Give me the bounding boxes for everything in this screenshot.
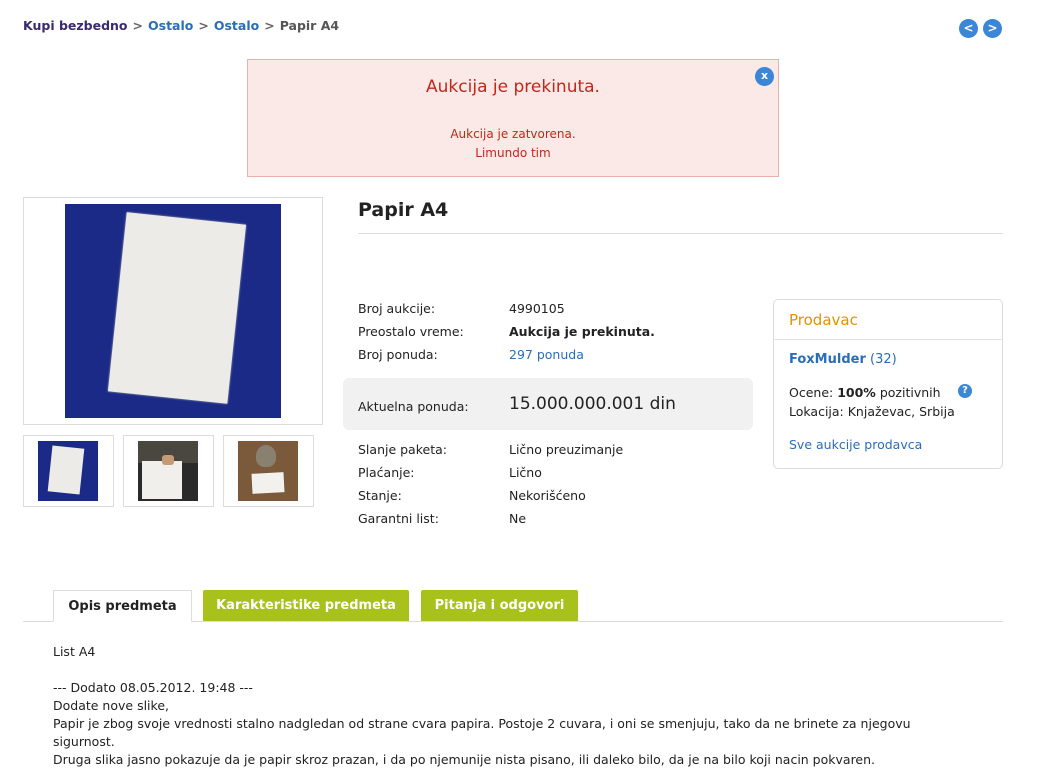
auction-number-value: 4990105 [509, 301, 565, 316]
current-price-box: Aktuelna ponuda: 15.000.000.001 din [343, 378, 753, 430]
thumbnail-image [138, 441, 198, 501]
thumbnail-2[interactable] [123, 435, 214, 507]
payment-label: Plaćanje: [358, 465, 415, 480]
time-remaining-label: Preostalo vreme: [358, 324, 464, 339]
tab-description[interactable]: Opis predmeta [53, 590, 192, 622]
condition-value: Nekorišćeno [509, 488, 586, 503]
tab-characteristics[interactable]: Karakteristike predmeta [203, 590, 409, 621]
breadcrumb-home-link[interactable]: Kupi bezbedno [23, 18, 128, 33]
warranty-label: Garantni list: [358, 511, 439, 526]
description-line: sigurnost. [53, 734, 115, 749]
breadcrumb-current: Papir A4 [279, 18, 340, 33]
ratings-prefix: Ocene: [789, 385, 834, 400]
seller-all-auctions-link[interactable]: Sve aukcije prodavca [789, 437, 922, 452]
tab-questions[interactable]: Pitanja i odgovori [421, 590, 578, 621]
thumbnail-3[interactable] [223, 435, 314, 507]
description-line: --- Dodato 08.05.2012. 19:48 --- [53, 680, 253, 695]
description-line: List A4 [53, 644, 96, 659]
description-line: Dodate nove slike, [53, 698, 169, 713]
shipping-label: Slanje paketa: [358, 442, 447, 457]
description-line: Papir je zbog svoje vrednosti stalno nad… [53, 716, 911, 731]
thumbnail-1[interactable] [23, 435, 114, 507]
thumbnail-image [38, 441, 98, 501]
previous-item-button[interactable]: < [959, 19, 978, 38]
seller-box: Prodavac FoxMulder (32) Ocene: 100% pozi… [773, 299, 1003, 469]
ratings-suffix: pozitivnih [879, 385, 941, 400]
auction-ended-alert: Aukcija je prekinuta. Aukcija je zatvore… [247, 59, 779, 177]
title-divider [358, 233, 1003, 234]
bid-count-link[interactable]: 297 ponuda [509, 347, 584, 362]
item-title: Papir A4 [358, 199, 449, 221]
auction-number-label: Broj aukcije: [358, 301, 436, 316]
time-remaining-value: Aukcija je prekinuta. [509, 324, 655, 339]
breadcrumb-separator: > [198, 18, 209, 33]
breadcrumb-separator: > [132, 18, 143, 33]
condition-label: Stanje: [358, 488, 402, 503]
breadcrumb-separator: > [264, 18, 275, 33]
seller-heading: Prodavac [789, 311, 858, 329]
ratings-value: 100% [837, 385, 876, 400]
bid-count-label: Broj ponuda: [358, 347, 438, 362]
current-price-value: 15.000.000.001 din [509, 394, 676, 414]
description-line: Druga slika jasno pokazuje da je papir s… [53, 752, 876, 767]
seller-name-link[interactable]: FoxMulder [789, 352, 866, 367]
breadcrumb: Kupi bezbedno > Ostalo > Ostalo > Papir A4 [23, 18, 339, 33]
main-product-image[interactable] [23, 197, 323, 425]
shipping-value: Lično preuzimanje [509, 442, 624, 457]
thumbnail-image [238, 441, 298, 501]
seller-rating-count: (32) [870, 352, 897, 367]
alert-message: Aukcija je zatvorena. [450, 127, 576, 141]
seller-ratings: Ocene: 100% pozitivnih [789, 385, 941, 400]
seller-divider [774, 339, 1002, 340]
paper-sheet [107, 212, 247, 404]
alert-signature: Limundo tim [475, 146, 551, 160]
alert-title: Aukcija je prekinuta. [426, 77, 600, 97]
close-icon[interactable]: x [755, 67, 774, 86]
breadcrumb-subcategory-link[interactable]: Ostalo [214, 18, 259, 33]
payment-value: Lično [509, 465, 542, 480]
help-icon[interactable]: ? [958, 384, 972, 398]
product-photo [65, 204, 281, 418]
next-item-button[interactable]: > [983, 19, 1002, 38]
current-price-label: Aktuelna ponuda: [358, 399, 469, 414]
warranty-value: Ne [509, 511, 527, 526]
seller-location: Lokacija: Knjaževac, Srbija [789, 404, 955, 419]
breadcrumb-category-link[interactable]: Ostalo [148, 18, 193, 33]
